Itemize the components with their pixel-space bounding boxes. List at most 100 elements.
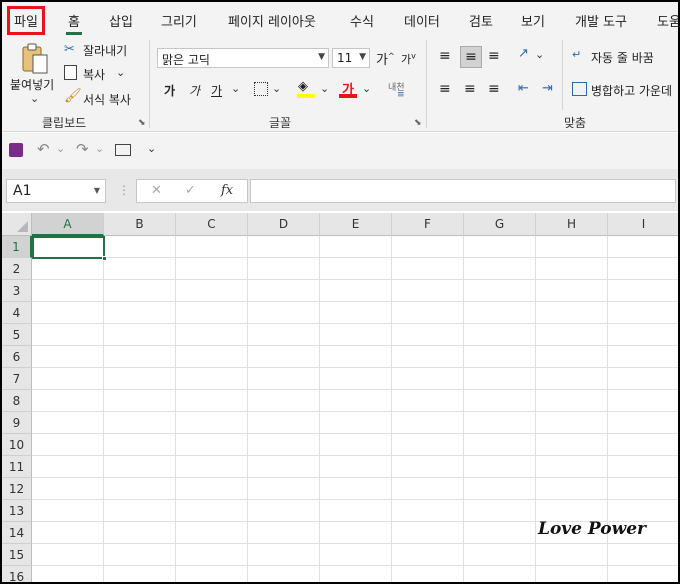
font-launcher-icon[interactable]: ⬊ [414, 118, 422, 128]
enter-icon[interactable]: ✓ [185, 183, 196, 198]
merge-center-button[interactable]: 병합하고 가운데 [591, 82, 672, 99]
align-bottom-icon[interactable]: ≡ [488, 48, 500, 64]
active-cell[interactable] [32, 236, 107, 261]
scissors-icon: ✂ [64, 42, 75, 57]
paste-dropdown-icon[interactable]: ⌄ [30, 92, 39, 105]
row-header-5[interactable]: 5 [2, 324, 32, 346]
tab-home[interactable]: 홈 [66, 11, 82, 35]
font-size-combo[interactable]: 11 ▼ [332, 48, 370, 68]
redo-dropdown-icon[interactable]: ⌄ [95, 142, 104, 155]
undo-icon[interactable]: ↶ [37, 140, 50, 158]
formula-input[interactable] [250, 179, 676, 203]
column-header-f[interactable]: F [392, 213, 464, 236]
fill-handle[interactable] [102, 256, 107, 261]
format-painter-button[interactable]: 서식 복사 [83, 91, 131, 108]
paste-button[interactable] [20, 42, 50, 76]
row-header-3[interactable]: 3 [2, 280, 32, 302]
menu-bar: 파일 홈 삽입 그리기 페이지 레이아웃 수식 데이터 검토 보기 개발 도구 … [2, 2, 678, 36]
redo-icon[interactable]: ↷ [76, 140, 89, 158]
row-header-11[interactable]: 11 [2, 456, 32, 478]
select-all-button[interactable] [2, 213, 32, 236]
clipboard-launcher-icon[interactable]: ⬊ [138, 118, 146, 128]
save-icon[interactable] [9, 143, 23, 157]
tab-formulas[interactable]: 수식 [350, 11, 374, 30]
grid-vline [319, 236, 320, 582]
column-header-b[interactable]: B [104, 213, 176, 236]
decrease-indent-icon[interactable]: ⇤ [518, 81, 529, 96]
align-left-icon[interactable]: ≡ [439, 81, 451, 97]
column-header-a[interactable]: A [32, 213, 104, 236]
tab-insert[interactable]: 삽입 [109, 11, 133, 30]
folder-icon[interactable] [115, 144, 131, 156]
tab-page-layout[interactable]: 페이지 레이아웃 [228, 11, 316, 30]
align-middle-icon[interactable]: ≡ [460, 46, 482, 68]
alignment-group-label: 맞춤 [564, 116, 587, 130]
undo-dropdown-icon[interactable]: ⌄ [56, 142, 65, 155]
grow-font-button[interactable]: 가^ [376, 49, 395, 68]
more-options-icon[interactable]: ⋮ [118, 183, 130, 197]
border-icon[interactable] [254, 82, 268, 96]
grid-vline [535, 236, 536, 582]
customize-toolbar-icon[interactable]: ⌄ [147, 142, 156, 155]
row-header-13[interactable]: 13 [2, 500, 32, 522]
column-header-c[interactable]: C [176, 213, 248, 236]
grid-hline [32, 543, 678, 544]
chevron-down-icon: ▼ [318, 52, 325, 62]
row-header-10[interactable]: 10 [2, 434, 32, 456]
font-name-combo[interactable]: 맑은 고딕 ▼ [157, 48, 329, 68]
wrap-text-button[interactable]: 자동 줄 바꿈 [591, 49, 654, 66]
grid-hline [32, 257, 678, 258]
underline-dropdown-icon[interactable]: ⌄ [231, 82, 240, 95]
row-header-12[interactable]: 12 [2, 478, 32, 500]
cancel-icon[interactable]: ✕ [151, 183, 162, 198]
copy-dropdown-icon[interactable]: ⌄ [116, 66, 125, 79]
align-center-icon[interactable]: ≡ [464, 81, 476, 97]
align-top-icon[interactable]: ≡ [439, 48, 451, 64]
paste-label[interactable]: 붙여넣기 [10, 76, 54, 93]
tab-review[interactable]: 검토 [469, 11, 493, 30]
row-header-4[interactable]: 4 [2, 302, 32, 324]
column-header-h[interactable]: H [536, 213, 608, 236]
row-header-15[interactable]: 15 [2, 544, 32, 566]
row-header-7[interactable]: 7 [2, 368, 32, 390]
underline-button[interactable]: 가 [211, 82, 222, 99]
increase-indent-icon[interactable]: ⇥ [542, 81, 553, 96]
italic-button[interactable]: 가 [189, 82, 200, 99]
worksheet-grid[interactable]: ABCDEFGHI 1 2 3 4 5 6 7 8 9 10 11 12 13 14 15 16 Love P… [2, 213, 678, 582]
cut-button[interactable]: 잘라내기 [83, 42, 127, 59]
copy-button[interactable]: 복사 [83, 66, 105, 83]
name-box[interactable]: A1 ▼ [6, 179, 106, 203]
watermark-text: Love Power [538, 519, 646, 539]
row-header-9[interactable]: 9 [2, 412, 32, 434]
tab-file[interactable]: 파일 [7, 6, 45, 35]
font-color-dropdown-icon[interactable]: ⌄ [362, 82, 371, 95]
row-header-16[interactable]: 16 [2, 566, 32, 582]
row-header-2[interactable]: 2 [2, 258, 32, 280]
column-header-i[interactable]: I [608, 213, 678, 236]
tab-data[interactable]: 데이터 [404, 11, 440, 30]
fill-color-icon[interactable]: ◈ [298, 79, 308, 94]
formula-buttons: ✕ ✓ fx [136, 179, 248, 203]
column-header-d[interactable]: D [248, 213, 320, 236]
clipboard-icon [22, 43, 48, 74]
row-header-6[interactable]: 6 [2, 346, 32, 368]
shrink-font-button[interactable]: 가v [401, 51, 416, 67]
column-header-e[interactable]: E [320, 213, 392, 236]
orientation-icon[interactable]: ↗ [518, 46, 529, 61]
insert-function-icon[interactable]: fx [221, 183, 233, 198]
grid-hline [32, 367, 678, 368]
orientation-dropdown-icon[interactable]: ⌄ [535, 48, 544, 61]
column-header-g[interactable]: G [464, 213, 536, 236]
tab-developer[interactable]: 개발 도구 [575, 11, 627, 30]
row-header-8[interactable]: 8 [2, 390, 32, 412]
format-painter-icon: 🖌 [64, 88, 82, 104]
tab-help[interactable]: 도움 [657, 11, 678, 30]
align-right-icon[interactable]: ≡ [488, 81, 500, 97]
row-header-1[interactable]: 1 [2, 236, 32, 258]
tab-draw[interactable]: 그리기 [161, 11, 197, 30]
row-header-14[interactable]: 14 [2, 522, 32, 544]
border-dropdown-icon[interactable]: ⌄ [272, 82, 281, 95]
bold-button[interactable]: 가 [164, 82, 175, 99]
tab-view[interactable]: 보기 [521, 11, 545, 30]
fill-color-dropdown-icon[interactable]: ⌄ [320, 82, 329, 95]
